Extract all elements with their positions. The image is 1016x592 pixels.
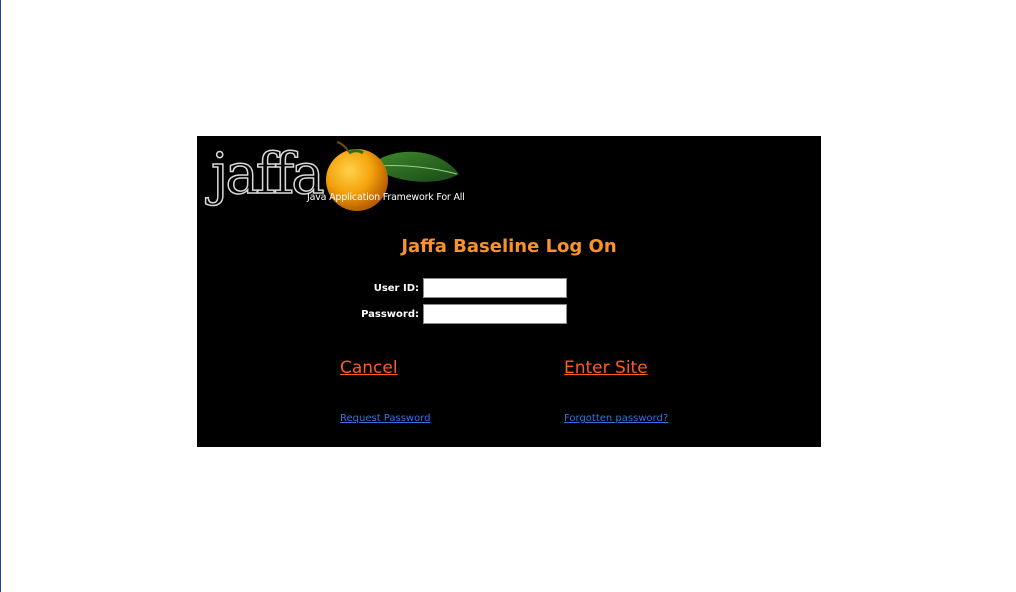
cancel-link[interactable]: Cancel — [340, 358, 398, 378]
login-panel: jaffa Java Application Framework For All — [197, 136, 821, 447]
password-input[interactable] — [423, 304, 567, 324]
page-title: Jaffa Baseline Log On — [401, 236, 617, 257]
enter-site-link[interactable]: Enter Site — [564, 358, 648, 378]
user-id-label: User ID: — [373, 283, 419, 294]
user-id-input[interactable] — [423, 278, 567, 298]
logo-wordmark: jaffa — [210, 141, 325, 208]
logo-tagline: Java Application Framework For All — [307, 192, 465, 203]
request-password-link[interactable]: Request Password — [340, 413, 431, 424]
password-label: Password: — [361, 309, 419, 320]
window-left-border — [0, 0, 1, 592]
jaffa-logo: jaffa Java Application Framework For All — [209, 138, 469, 218]
forgotten-password-link[interactable]: Forgotten password? — [564, 413, 668, 424]
